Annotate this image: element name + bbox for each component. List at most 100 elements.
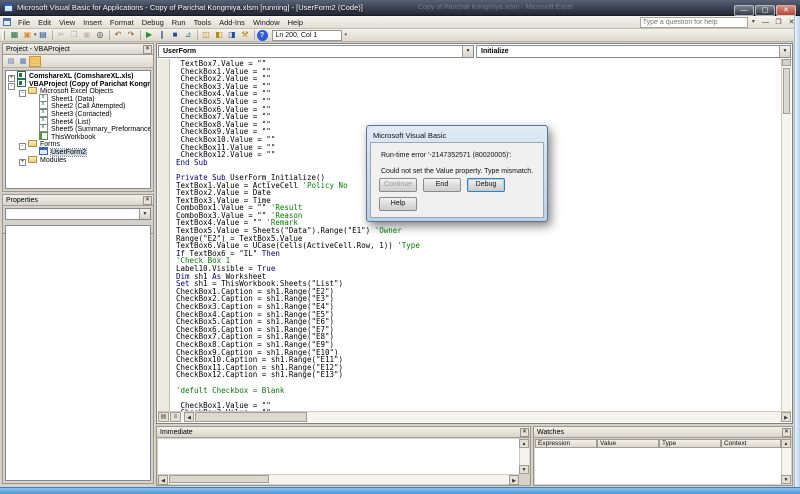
toolbar-options-icon[interactable]: ▾ [342,29,348,42]
immediate-panel-header[interactable]: Immediate ✕ [157,427,530,438]
undo-icon[interactable]: ↶ [112,29,125,41]
dropdown-arrow-icon[interactable]: ▼ [462,46,473,57]
properties-panel-header[interactable]: Properties ✕ [3,195,153,206]
view-microsoft-excel-icon[interactable]: ▦ [8,29,21,41]
tree-item-userform2[interactable]: UserForm2 [6,147,150,155]
view-code-icon[interactable]: ▤ [5,56,17,67]
tree-item-sheet5[interactable]: Sheet5 (Summary_Preformance) [6,124,150,132]
end-button[interactable]: End [423,178,461,192]
menu-edit[interactable]: Edit [34,16,55,29]
dialog-title-bar[interactable]: Microsoft Visual Basic [370,129,544,142]
scrollbar-thumb[interactable] [195,412,307,422]
menu-help[interactable]: Help [284,16,307,29]
watches-panel-header[interactable]: Watches ✕ [534,427,792,438]
reset-icon[interactable]: ■ [169,29,182,41]
close-icon[interactable]: ✕ [776,5,796,16]
dropdown-arrow-icon[interactable]: ▼ [779,46,790,57]
immediate-input-area[interactable] [158,439,519,474]
procedure-dropdown[interactable]: Initialize ▼ [476,45,791,58]
help-button[interactable]: Help [379,197,417,211]
watches-column-expression[interactable]: Expression [535,439,597,448]
horizontal-scrollbar[interactable]: ◀ ▶ [158,474,519,484]
collapse-icon[interactable]: - [8,83,15,90]
run-icon[interactable]: ▶ [143,29,156,41]
dropdown-arrow-icon[interactable]: ▼ [139,209,150,219]
procedure-view-icon[interactable]: ▤ [158,412,169,422]
break-icon[interactable]: ∥ [156,29,169,41]
scroll-up-icon[interactable]: ▲ [781,439,791,448]
tree-item-vbaproject[interactable]: -VBAProject (Copy of Parichat Kongmiya.x… [6,79,150,87]
menu-insert[interactable]: Insert [79,16,106,29]
watches-column-type[interactable]: Type [659,439,721,448]
object-browser-icon[interactable]: ◨ [226,29,239,41]
project-panel-header[interactable]: Project - VBAProject ✕ [3,44,153,55]
code-line: Label10.Visible = True [176,265,781,273]
toolbox-icon[interactable]: ⚒ [239,29,252,41]
userform-window-icon[interactable] [3,18,11,26]
code-lines[interactable]: TextBox7.Value = "" CheckBox1.Value = ""… [170,60,781,411]
scroll-left-icon[interactable]: ◀ [184,412,194,422]
properties-close-icon[interactable]: ✕ [143,196,152,205]
watches-column-context[interactable]: Context [721,439,781,448]
scroll-up-icon[interactable]: ▲ [519,439,529,448]
redo-icon[interactable]: ↷ [125,29,138,41]
help-icon[interactable]: ? [257,30,268,41]
horizontal-scrollbar[interactable]: ▤ ≡ ◀ ▶ [158,411,791,422]
watches-column-value[interactable]: Value [597,439,659,448]
expand-icon[interactable]: + [19,159,26,166]
toolbar-grip[interactable] [2,31,5,40]
menu-format[interactable]: Format [106,16,138,29]
immediate-close-icon[interactable]: ✕ [520,428,529,437]
scrollbar-thumb[interactable] [169,475,269,483]
tree-item-sheet1[interactable]: Sheet1 (Data) [6,94,150,102]
scroll-right-icon[interactable]: ▶ [781,412,791,422]
project-explorer-icon[interactable]: ◫ [200,29,213,41]
find-icon[interactable]: ◎ [94,29,107,41]
properties-list[interactable] [5,225,151,481]
scroll-down-icon[interactable]: ▼ [519,465,529,474]
menu-file[interactable]: File [14,16,34,29]
object-dropdown[interactable]: UserForm ▼ [158,45,474,58]
code-margin[interactable] [158,59,170,411]
tree-item-sheet2[interactable]: Sheet2 (Call Attempted) [6,101,150,109]
vertical-scrollbar[interactable] [781,59,791,411]
properties-window-icon[interactable]: ◧ [213,29,226,41]
menu-debug[interactable]: Debug [138,16,168,29]
menu-view[interactable]: View [55,16,79,29]
debug-button[interactable]: Debug [467,178,505,192]
insert-userform-icon[interactable]: ▣ [21,29,34,41]
toggle-folders-icon[interactable]: 🗀 [29,56,41,67]
scrollbar-thumb[interactable] [783,68,790,114]
collapse-icon[interactable]: - [19,90,26,97]
menu-bar: FileEditViewInsertFormatDebugRunToolsAdd… [0,16,800,29]
child-minimize-icon[interactable]: — [759,17,772,28]
menu-add-ins[interactable]: Add-Ins [215,16,249,29]
maximize-icon[interactable]: ▢ [755,5,775,16]
menu-run[interactable]: Run [168,16,190,29]
child-restore-icon[interactable]: ❐ [772,17,785,28]
properties-object-dropdown[interactable]: ▼ [5,208,151,220]
collapse-icon[interactable]: - [19,143,26,150]
save-icon[interactable]: ▤ [37,29,50,41]
minimize-icon[interactable]: — [734,5,754,16]
scroll-down-icon[interactable]: ▼ [781,475,791,484]
help-search-input[interactable] [640,17,748,28]
splitter-handle[interactable] [782,59,791,66]
tree-item-sheet4[interactable]: Sheet4 (List) [6,117,150,125]
full-module-view-icon[interactable]: ≡ [170,412,181,422]
help-dropdown-icon[interactable]: ▾ [750,17,757,28]
scroll-left-icon[interactable]: ◀ [158,475,168,485]
project-close-icon[interactable]: ✕ [143,45,152,54]
watches-list[interactable] [535,448,781,484]
tree-item-comsharexl[interactable]: +ComshareXL (ComshareXL.xls) [6,71,150,79]
view-object-icon[interactable]: ▦ [17,56,29,67]
menu-window[interactable]: Window [249,16,284,29]
design-mode-icon[interactable]: ⊿ [182,29,195,41]
vertical-scrollbar[interactable]: ▲ ▼ [519,439,529,474]
scroll-right-icon[interactable]: ▶ [509,475,519,485]
watches-close-icon[interactable]: ✕ [782,428,791,437]
vertical-scrollbar[interactable]: ▲ ▼ [781,439,791,484]
menu-tools[interactable]: Tools [190,16,216,29]
tree-item-sheet3[interactable]: Sheet3 (Contacted) [6,109,150,117]
immediate-panel-title: Immediate [160,429,193,436]
